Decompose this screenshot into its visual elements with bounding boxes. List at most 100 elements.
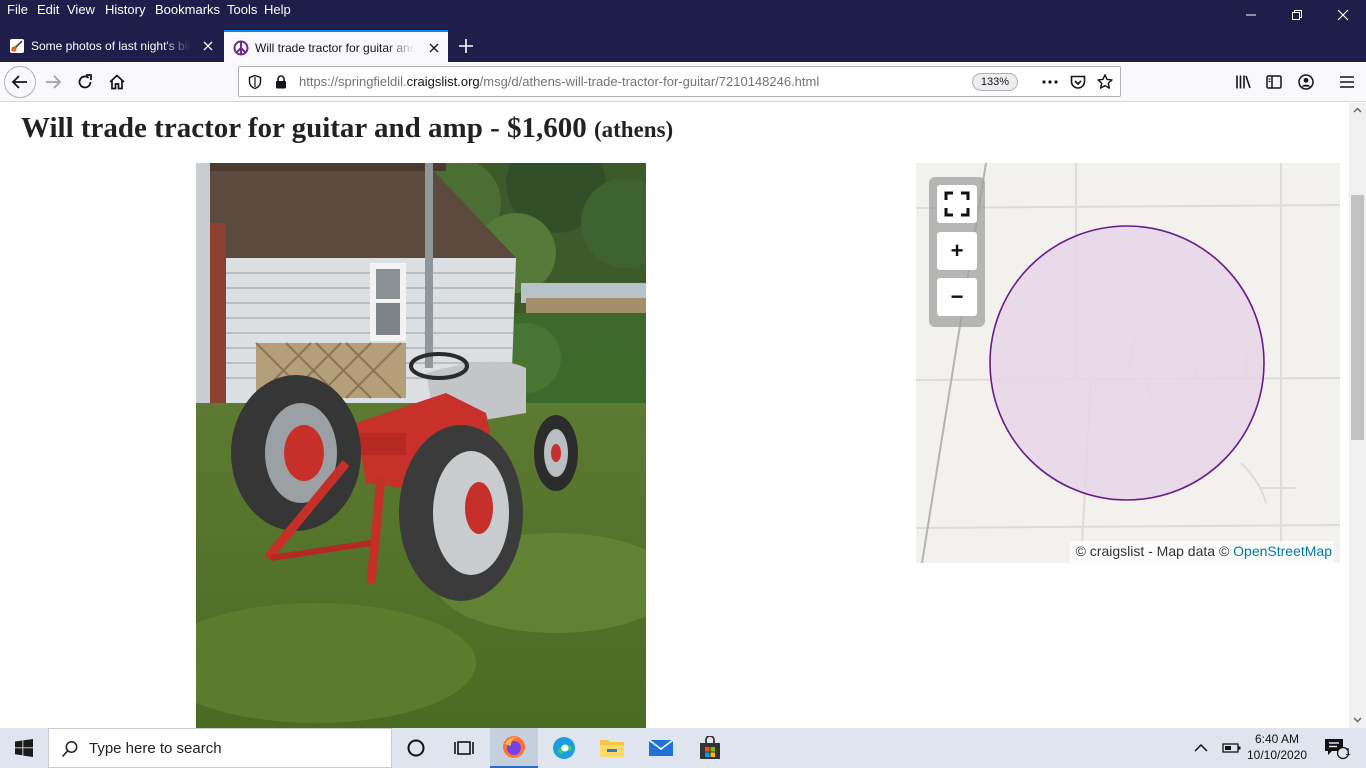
tab-tractor-posting[interactable]: Will trade tractor for guitar and amp bbox=[224, 30, 448, 62]
menu-help[interactable]: Help bbox=[263, 2, 292, 18]
url-domain: craigslist.org bbox=[406, 74, 480, 89]
edge-taskbar-button[interactable] bbox=[540, 728, 588, 768]
menu-view[interactable]: View bbox=[66, 2, 96, 18]
bookmark-star-button[interactable] bbox=[1096, 73, 1114, 91]
clock-time: 6:40 AM bbox=[1254, 732, 1300, 746]
menu-edit[interactable]: Edit bbox=[36, 2, 60, 18]
show-hidden-icons-button[interactable] bbox=[1188, 728, 1214, 768]
arrow-right-icon bbox=[46, 75, 62, 89]
battery-button[interactable] bbox=[1218, 728, 1246, 768]
battery-icon bbox=[1222, 743, 1241, 753]
menu-bookmarks[interactable]: Bookmarks bbox=[154, 2, 221, 18]
search-placeholder: Type here to search bbox=[89, 740, 222, 757]
page-actions-button[interactable] bbox=[1041, 73, 1059, 91]
cortana-circle-icon bbox=[407, 739, 425, 757]
firefox-taskbar-button[interactable] bbox=[490, 728, 538, 768]
arrow-left-icon bbox=[11, 75, 27, 89]
sidebar-button[interactable] bbox=[1259, 67, 1289, 97]
more-horizontal-icon bbox=[1042, 80, 1058, 84]
task-view-icon bbox=[454, 741, 474, 755]
guitar-favicon-icon bbox=[10, 39, 24, 53]
windows-logo-icon bbox=[15, 739, 33, 757]
new-tab-button[interactable] bbox=[452, 34, 480, 58]
cortana-button[interactable] bbox=[392, 728, 440, 768]
close-icon bbox=[429, 43, 439, 53]
fullscreen-button[interactable] bbox=[937, 185, 977, 223]
close-icon bbox=[203, 41, 213, 51]
tab-bike-photos[interactable]: Some photos of last night's bike bbox=[0, 30, 222, 62]
tab-title: Will trade tractor for guitar and amp bbox=[255, 41, 415, 55]
store-bag-icon bbox=[700, 736, 720, 759]
chevron-up-icon bbox=[1194, 743, 1208, 752]
posting-location: (athens) bbox=[593, 117, 674, 142]
zoom-reset-button[interactable]: 133% bbox=[972, 73, 1018, 91]
account-button[interactable] bbox=[1291, 67, 1321, 97]
lock-icon bbox=[276, 75, 286, 89]
home-icon bbox=[109, 74, 125, 90]
tracking-protection-button[interactable] bbox=[246, 73, 264, 91]
openstreetmap-link[interactable]: OpenStreetMap bbox=[1233, 543, 1332, 559]
close-tab-button[interactable] bbox=[426, 40, 442, 56]
taskbar-search-box[interactable]: Type here to search bbox=[48, 728, 392, 768]
attribution-text: © craigslist - Map data © bbox=[1075, 543, 1234, 559]
zoom-out-button[interactable]: − bbox=[937, 278, 977, 316]
address-bar[interactable]: https://springfieldil.craigslist.org/msg… bbox=[238, 66, 1121, 97]
tab-title: Some photos of last night's bike bbox=[31, 39, 191, 53]
folder-icon bbox=[600, 740, 624, 757]
location-map[interactable]: + − © craigslist - Map data © OpenStreet… bbox=[916, 163, 1340, 563]
site-security-button[interactable] bbox=[272, 73, 290, 91]
tab-strip: Some photos of last night's bike Will tr… bbox=[0, 30, 1366, 62]
menu-file[interactable]: File bbox=[6, 2, 29, 18]
scroll-up-button[interactable] bbox=[1349, 103, 1366, 117]
task-view-button[interactable] bbox=[440, 728, 488, 768]
url-path: /msg/d/athens-will-trade-tractor-for-gui… bbox=[479, 74, 820, 89]
scroll-thumb[interactable] bbox=[1351, 195, 1364, 440]
minimize-button[interactable] bbox=[1228, 0, 1274, 30]
start-button[interactable] bbox=[0, 728, 48, 768]
hamburger-menu-icon bbox=[1340, 76, 1354, 88]
library-button[interactable] bbox=[1228, 67, 1258, 97]
library-icon bbox=[1236, 75, 1251, 89]
listing-photo[interactable] bbox=[196, 163, 646, 728]
reload-icon bbox=[78, 74, 92, 89]
pocket-icon bbox=[1070, 75, 1086, 89]
url-text: https://springfieldil.craigslist.org/msg… bbox=[299, 74, 819, 90]
menu-history[interactable]: History bbox=[104, 2, 146, 18]
page-scrollbar[interactable] bbox=[1349, 103, 1366, 728]
back-button[interactable] bbox=[4, 66, 36, 98]
reload-button[interactable] bbox=[70, 67, 100, 97]
close-icon bbox=[1337, 9, 1349, 21]
file-explorer-taskbar-button[interactable] bbox=[588, 728, 636, 768]
taskbar-clock[interactable]: 6:40 AM 10/10/2020 bbox=[1246, 731, 1308, 763]
restore-icon bbox=[1292, 10, 1302, 20]
shield-icon bbox=[248, 74, 262, 90]
plus-icon bbox=[459, 39, 473, 53]
close-window-button[interactable] bbox=[1320, 0, 1366, 30]
menu-tools[interactable]: Tools bbox=[226, 2, 258, 18]
mail-taskbar-button[interactable] bbox=[637, 728, 685, 768]
mail-icon bbox=[648, 739, 674, 756]
star-icon bbox=[1097, 74, 1113, 89]
store-taskbar-button[interactable] bbox=[686, 728, 734, 768]
navigation-toolbar: https://springfieldil.craigslist.org/msg… bbox=[0, 62, 1366, 102]
restore-button[interactable] bbox=[1274, 0, 1320, 30]
pocket-button[interactable] bbox=[1069, 73, 1087, 91]
fullscreen-icon bbox=[944, 191, 970, 217]
scroll-down-button[interactable] bbox=[1349, 713, 1366, 727]
firefox-window: File Edit View History Bookmarks Tools H… bbox=[0, 0, 1366, 768]
account-icon bbox=[1298, 74, 1314, 90]
map-controls: + − bbox=[929, 177, 985, 327]
forward-button[interactable] bbox=[38, 67, 68, 97]
firefox-icon bbox=[503, 736, 525, 758]
close-tab-button[interactable] bbox=[200, 38, 216, 54]
edge-icon bbox=[553, 737, 575, 759]
posting-title-text: Will trade tractor for guitar and amp - … bbox=[21, 112, 587, 144]
chevron-down-icon bbox=[1353, 717, 1362, 723]
open-menu-button[interactable] bbox=[1332, 67, 1362, 97]
action-center-button[interactable]: 1 bbox=[1316, 728, 1356, 768]
url-prefix: https://springfieldil. bbox=[299, 74, 407, 89]
clock-date: 10/10/2020 bbox=[1246, 748, 1308, 762]
home-button[interactable] bbox=[102, 67, 132, 97]
windows-taskbar: Type here to search 6:40 AM 10/10/2020 1 bbox=[0, 728, 1366, 768]
zoom-in-button[interactable]: + bbox=[937, 232, 977, 270]
